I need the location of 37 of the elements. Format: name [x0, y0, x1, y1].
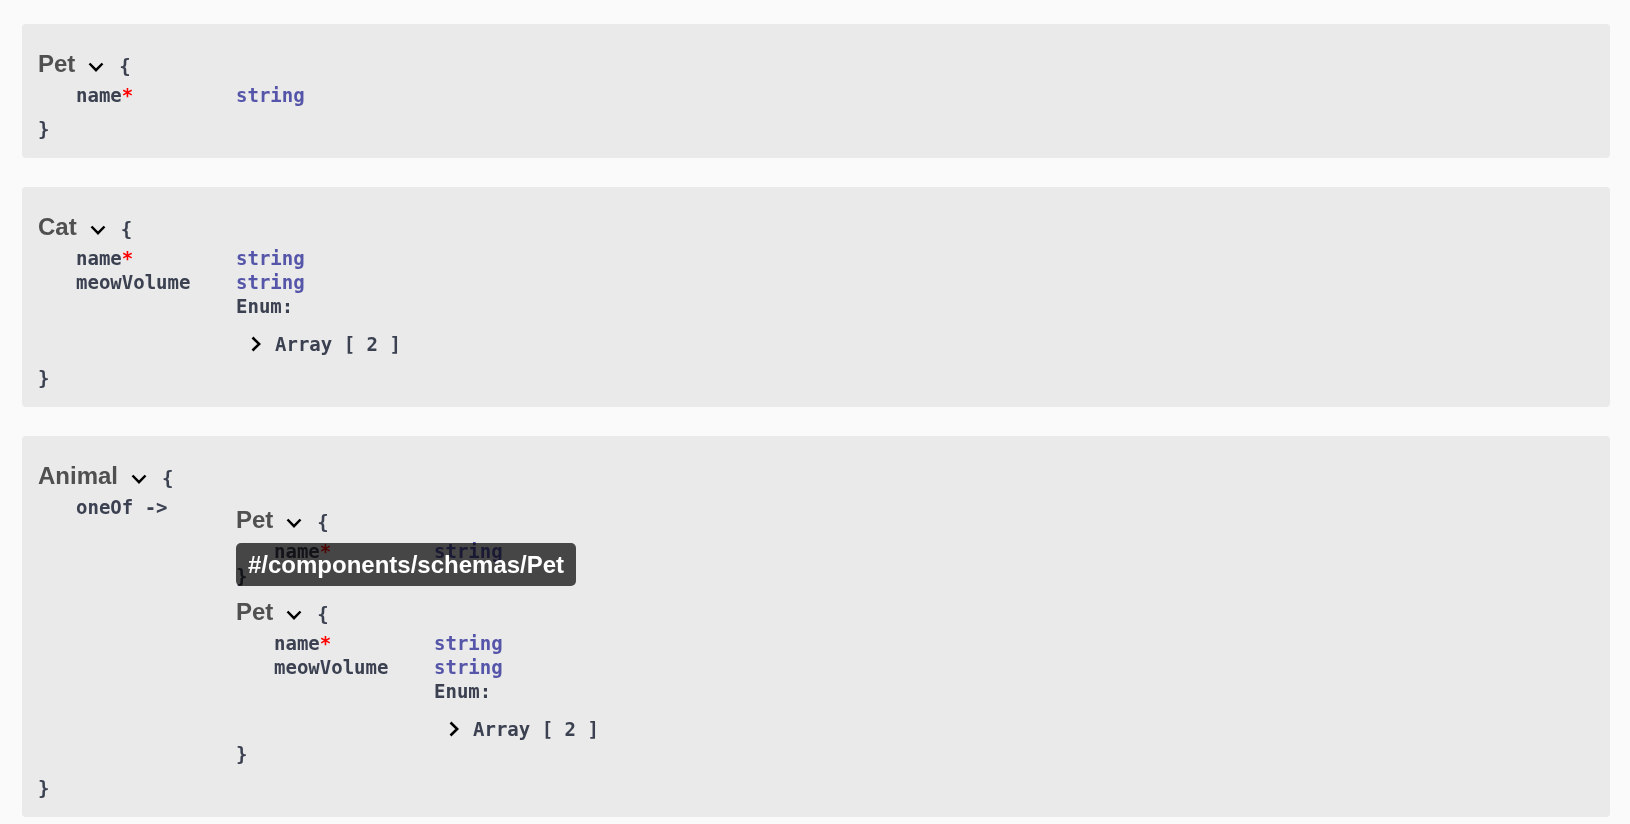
property-name: meowVolume: [76, 270, 191, 294]
property-name: name*: [76, 83, 134, 107]
model-title: Cat: [38, 212, 77, 242]
property-name: meowVolume: [274, 655, 389, 679]
property-type: string: [434, 655, 503, 679]
property-type: string: [434, 631, 503, 655]
chevron-down-icon[interactable]: [89, 224, 106, 235]
property-name: oneOf ->: [76, 495, 168, 519]
open-brace: {: [317, 510, 329, 534]
close-brace: }: [236, 564, 248, 588]
property-type: string: [236, 83, 305, 107]
property-name: name*: [274, 631, 332, 655]
open-brace: {: [317, 602, 329, 626]
open-brace: {: [119, 54, 131, 78]
chevron-down-icon[interactable]: [286, 609, 303, 620]
open-brace: {: [162, 466, 174, 490]
array-toggle[interactable]: Array [ 2 ]: [251, 332, 401, 356]
property-name: name*: [76, 246, 134, 270]
enum-label: Enum:: [434, 679, 492, 703]
chevron-right-icon[interactable]: [449, 721, 459, 737]
chevron-down-icon[interactable]: [286, 517, 303, 528]
model-title: Pet: [236, 505, 274, 535]
property-type: string: [236, 270, 305, 294]
chevron-right-icon[interactable]: [251, 336, 261, 352]
model-title: Pet: [38, 49, 76, 79]
close-brace: }: [236, 742, 248, 766]
close-brace: }: [38, 117, 50, 141]
open-brace: {: [120, 217, 133, 241]
close-brace: }: [38, 366, 50, 390]
model-title: Animal: [38, 461, 118, 491]
property-type: string: [236, 246, 305, 270]
chevron-down-icon[interactable]: [88, 61, 105, 72]
close-brace: }: [38, 776, 50, 800]
array-toggle[interactable]: Array [ 2 ]: [449, 717, 599, 741]
chevron-down-icon[interactable]: [131, 473, 147, 484]
model-title: Pet: [236, 597, 274, 627]
enum-label: Enum:: [236, 294, 294, 318]
